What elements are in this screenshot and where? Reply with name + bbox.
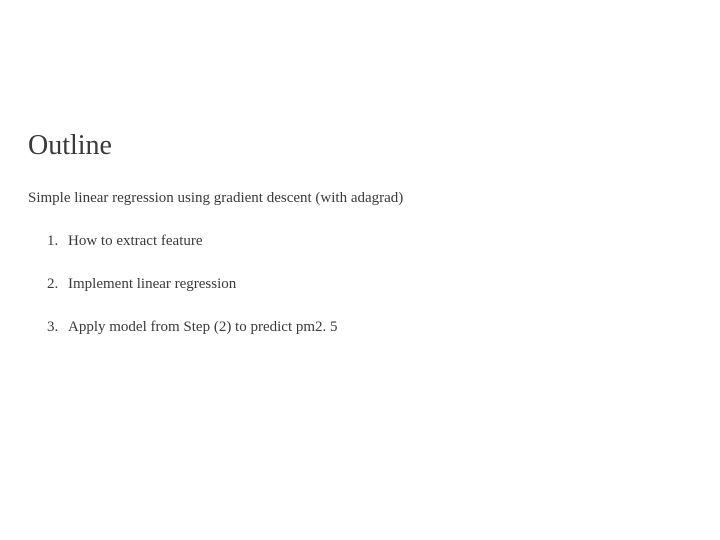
list-item: How to extract feature: [62, 233, 692, 250]
step-list: How to extract feature Implement linear …: [28, 233, 692, 336]
slide: Outline Simple linear regression using g…: [0, 0, 720, 540]
list-item: Apply model from Step (2) to predict pm2…: [62, 319, 692, 336]
slide-title: Outline: [28, 130, 692, 162]
slide-subtitle: Simple linear regression using gradient …: [28, 190, 692, 207]
list-item: Implement linear regression: [62, 276, 692, 293]
